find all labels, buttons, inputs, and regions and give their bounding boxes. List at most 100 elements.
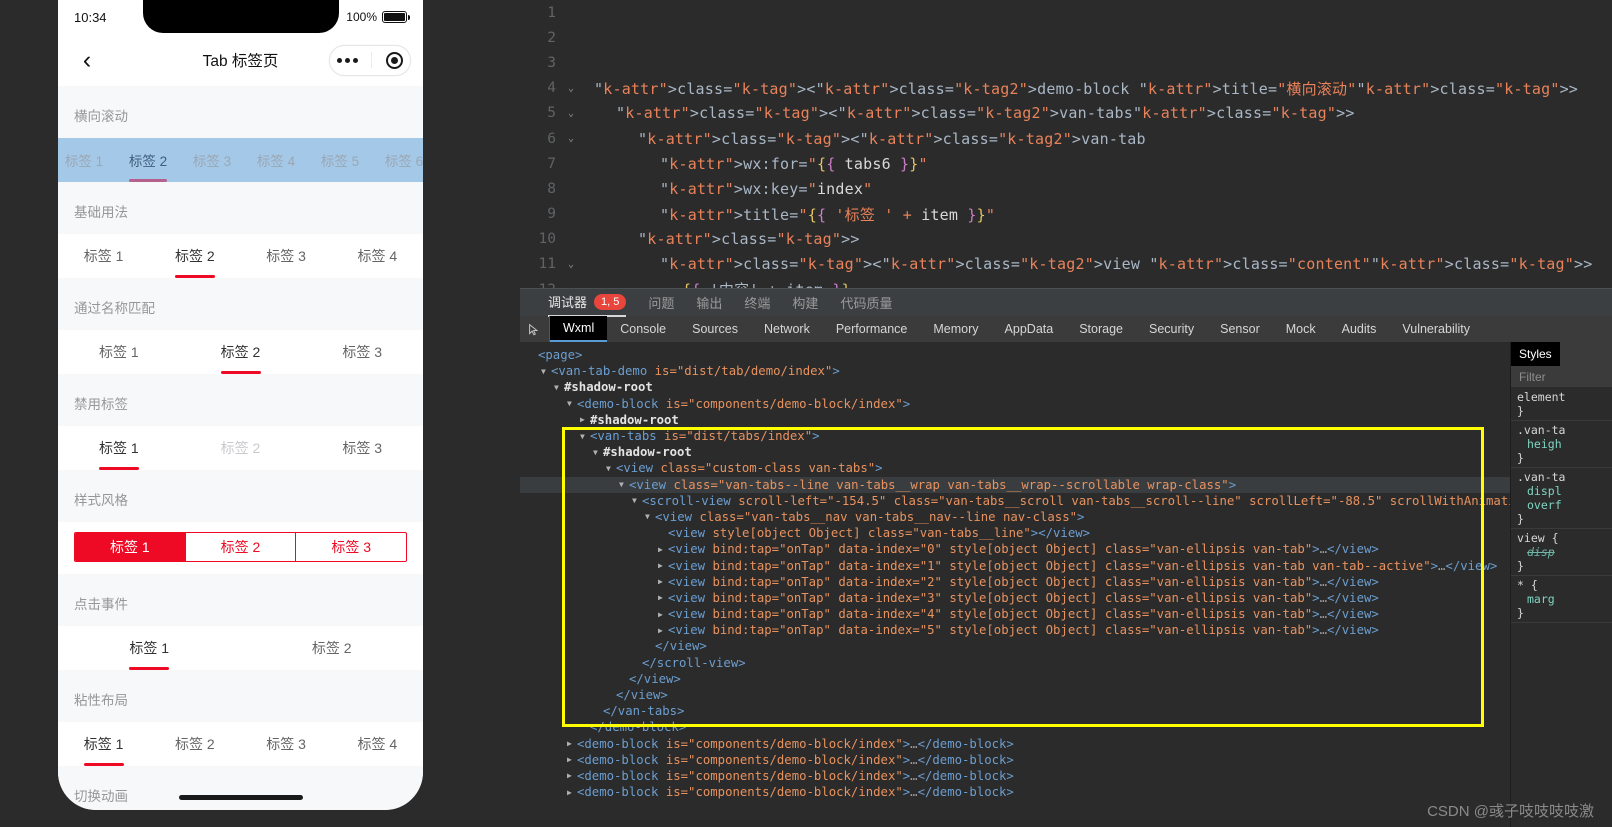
editor-line[interactable]: 4 ⌄ "k-attr">class="k-tag"><"k-attr">class… (520, 76, 1612, 101)
dom-node[interactable]: ▶ <demo-block is="components/demo-block/i… (520, 736, 1612, 752)
collapsed-arrow-icon[interactable]: ▶ (567, 788, 577, 797)
dom-node[interactable]: </van-tabs> (520, 703, 1612, 719)
expanded-arrow-icon[interactable]: ▼ (541, 367, 551, 376)
devtools-tab-vulnerability[interactable]: Vulnerability (1389, 316, 1483, 342)
tab-item[interactable]: 标签 3 (296, 533, 406, 561)
collapsed-arrow-icon[interactable]: ▶ (658, 577, 668, 586)
dom-node[interactable]: ▶ <view bind:tap="onTap" data-index="4" s… (520, 606, 1612, 622)
devtools-tab-mock[interactable]: Mock (1273, 316, 1329, 342)
target-circle-icon[interactable] (386, 51, 404, 69)
devbar-item[interactable]: 构建 (792, 289, 818, 317)
expanded-arrow-icon[interactable]: ▼ (632, 496, 642, 505)
editor-line[interactable]: 7 "k-attr">wx:for="{{ tabs6 }}" (520, 151, 1612, 176)
dom-node[interactable]: <view style[object Object] class="van-ta… (520, 525, 1612, 541)
devtools-tab-sources[interactable]: Sources (679, 316, 751, 342)
style-property[interactable]: marg (1517, 592, 1612, 606)
style-rule[interactable]: element} (1511, 388, 1612, 421)
tab-item[interactable]: 标签 2 (149, 722, 240, 766)
devtools-tab-performance[interactable]: Performance (823, 316, 921, 342)
expanded-arrow-icon[interactable]: ▼ (593, 448, 603, 457)
expanded-arrow-icon[interactable]: ▼ (619, 480, 629, 489)
devtools-tab-memory[interactable]: Memory (920, 316, 991, 342)
tab-item[interactable]: 标签 3 (241, 722, 332, 766)
style-rule[interactable]: .van-ta heigh} (1511, 421, 1612, 468)
dom-node[interactable]: ▼ <view class="van-tabs--line van-tabs__w… (520, 476, 1612, 493)
expanded-arrow-icon[interactable]: ▼ (606, 464, 616, 473)
fold-arrow-icon[interactable]: ⌄ (562, 133, 580, 144)
editor-line[interactable]: 8 "k-attr">wx:key="index" (520, 176, 1612, 201)
tab-item[interactable]: 标签 3 (180, 138, 244, 182)
style-rule[interactable]: * {marg} (1511, 576, 1612, 623)
devbar-item[interactable]: 调试器 1, 5 (548, 289, 627, 317)
editor-line[interactable]: 2 (520, 25, 1612, 50)
tab-item[interactable]: 标签 4 (332, 722, 423, 766)
collapsed-arrow-icon[interactable]: ▶ (658, 626, 668, 635)
styles-filter-input[interactable]: Filter (1511, 366, 1612, 388)
dom-node[interactable]: ▶ <view bind:tap="onTap" data-index="1" s… (520, 557, 1612, 573)
editor-line[interactable]: 5 ⌄ "k-attr">class="k-tag"><"k-attr">class… (520, 101, 1612, 126)
mini-program-capsule[interactable] (329, 44, 411, 76)
dom-node[interactable]: </scroll-view> (520, 655, 1612, 671)
dom-node[interactable]: ▶ <view bind:tap="onTap" data-index="5" s… (520, 622, 1612, 638)
tab-styles[interactable]: Styles (1511, 342, 1560, 366)
tab-item[interactable]: 标签 2 (180, 330, 302, 374)
dom-node[interactable]: ▼ <van-tabs is="dist/tabs/index"> (520, 428, 1612, 444)
dom-tree[interactable]: ••• <page>▼<van-tab-demo is="dist/tab/de… (520, 343, 1612, 823)
collapsed-arrow-icon[interactable]: ▶ (658, 610, 668, 619)
devtools-tab-wxml[interactable]: Wxml (550, 316, 608, 342)
dom-node[interactable]: <page> (520, 347, 1612, 363)
inspect-cursor-icon[interactable] (520, 316, 550, 342)
devbar-item[interactable]: 代码质量 (840, 289, 892, 317)
dom-node[interactable]: ▼ #shadow-root (520, 444, 1612, 460)
tab-item[interactable]: 标签 1 (58, 138, 116, 182)
tab-item[interactable]: 标签 1 (58, 722, 149, 766)
fold-arrow-icon[interactable]: ⌄ (562, 108, 580, 119)
dom-node[interactable]: </demo-block> (520, 719, 1612, 735)
style-property[interactable]: overf (1517, 498, 1612, 512)
expanded-arrow-icon[interactable]: ▼ (567, 399, 577, 408)
devtools-tab-appdata[interactable]: AppData (992, 316, 1067, 342)
dom-node[interactable]: ▶ #shadow-root (520, 412, 1612, 428)
collapsed-arrow-icon[interactable]: ▶ (580, 415, 590, 424)
dom-node[interactable]: ▼ <view class="custom-class van-tabs"> (520, 460, 1612, 476)
dom-node[interactable]: ▼ <van-tab-demo is="dist/tab/demo/index"> (520, 363, 1612, 379)
editor-line[interactable]: 6 ⌄ "k-attr">class="k-tag"><"k-attr">class… (520, 126, 1612, 151)
dom-node[interactable]: </view> (520, 687, 1612, 703)
collapsed-arrow-icon[interactable]: ▶ (567, 739, 577, 748)
dom-node[interactable]: ▶ <demo-block is="components/demo-block/i… (520, 784, 1612, 800)
style-property[interactable]: heigh (1517, 437, 1612, 451)
editor-line[interactable]: 12 {{ '内容' + item }} (520, 277, 1612, 288)
tab-item[interactable]: 标签 3 (241, 234, 332, 278)
dom-node[interactable]: ▼ <demo-block is="components/demo-block/i… (520, 396, 1612, 412)
devtools-tab-storage[interactable]: Storage (1066, 316, 1136, 342)
tab-item[interactable]: 标签 3 (301, 426, 423, 470)
style-rule[interactable]: .van-ta displ overf} (1511, 468, 1612, 529)
devbar-item[interactable]: 问题 (648, 289, 674, 317)
chevron-left-icon[interactable]: ‹ (70, 47, 104, 73)
dom-node[interactable]: ▼ #shadow-root (520, 379, 1612, 395)
editor-line[interactable]: 9 "k-attr">title="{{ '标签 ' + item }}" (520, 202, 1612, 227)
expanded-arrow-icon[interactable]: ▼ (580, 432, 590, 441)
expanded-arrow-icon[interactable]: ▼ (554, 383, 564, 392)
style-property[interactable]: disp (1517, 545, 1612, 559)
tab-item[interactable]: 标签 1 (58, 330, 180, 374)
devtools-tab-security[interactable]: Security (1136, 316, 1207, 342)
devbar-item[interactable]: 输出 (696, 289, 722, 317)
dom-node[interactable]: ▶ <view bind:tap="onTap" data-index="3" s… (520, 590, 1612, 606)
tab-item[interactable]: 标签 2 (116, 138, 180, 182)
tab-item[interactable]: 标签 3 (301, 330, 423, 374)
collapsed-arrow-icon[interactable]: ▶ (567, 755, 577, 764)
devtools-tab-sensor[interactable]: Sensor (1207, 316, 1273, 342)
fold-arrow-icon[interactable]: ⌄ (562, 83, 580, 94)
editor-line[interactable]: 10 "k-attr">class="k-tag">> (520, 227, 1612, 252)
editor-line[interactable]: 11 ⌄ "k-attr">class="k-tag"><"k-attr">clas… (520, 252, 1612, 277)
more-dots-icon[interactable] (336, 57, 358, 63)
tab-item[interactable]: 标签 1 (58, 626, 241, 670)
dom-node[interactable]: </view> (520, 671, 1612, 687)
dom-node[interactable]: ▶ <demo-block is="components/demo-block/i… (520, 768, 1612, 784)
devtools-tab-audits[interactable]: Audits (1329, 316, 1390, 342)
editor-line[interactable]: 1 (520, 0, 1612, 25)
dom-node[interactable]: ▶ <demo-block is="components/demo-block/i… (520, 752, 1612, 768)
collapsed-arrow-icon[interactable]: ▶ (658, 561, 668, 570)
tab-item[interactable]: 标签 1 (58, 234, 149, 278)
